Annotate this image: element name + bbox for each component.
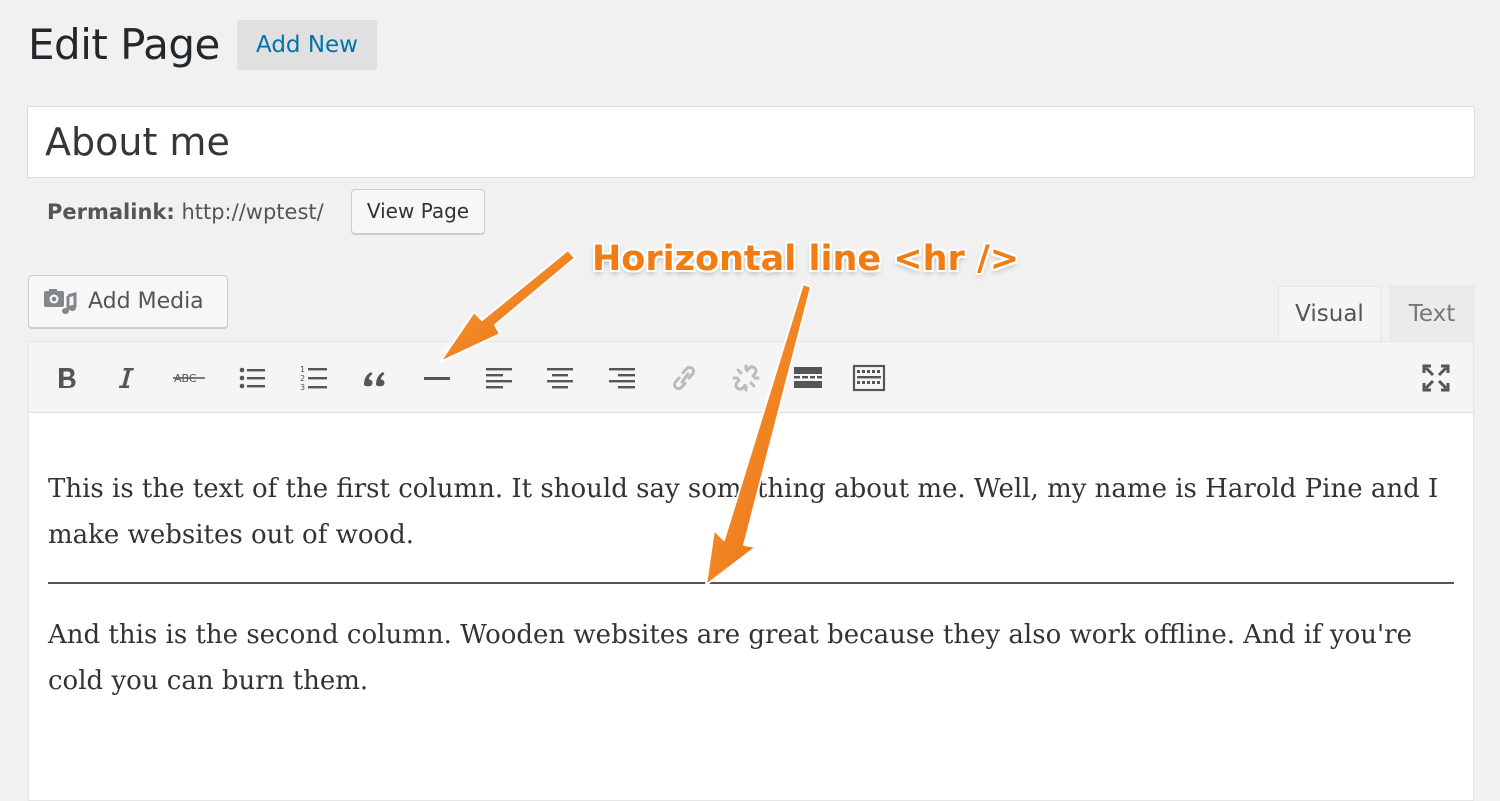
permalink-url[interactable]: http://wptest/ [181, 200, 323, 224]
read-more-icon[interactable] [788, 358, 828, 398]
blockquote-icon[interactable] [355, 358, 395, 398]
unlink-icon[interactable] [726, 358, 766, 398]
editor-content[interactable]: This is the text of the first column. It… [48, 466, 1454, 704]
permalink-label: Permalink: [47, 200, 175, 224]
permalink: Permalink: http://wptest/ [47, 196, 324, 228]
tab-visual[interactable]: Visual [1278, 286, 1381, 342]
align-right-icon[interactable] [602, 358, 642, 398]
page-title: Edit Page [28, 20, 220, 69]
add-media-label: Add Media [88, 289, 204, 314]
editor[interactable]: ABC 123 This is the text of the first co… [28, 341, 1474, 801]
horizontal-line-icon[interactable] [417, 358, 457, 398]
toolbar-toggle-icon[interactable] [849, 358, 889, 398]
content-paragraph: This is the text of the first column. It… [48, 474, 1439, 550]
svg-text:1: 1 [300, 365, 305, 374]
horizontal-rule [48, 582, 1454, 584]
view-page-button[interactable]: View Page [351, 189, 485, 234]
fullscreen-icon[interactable] [1416, 358, 1456, 398]
add-media-icon [43, 288, 77, 316]
add-new-button[interactable]: Add New [237, 20, 377, 70]
post-title-input[interactable] [27, 106, 1475, 178]
strikethrough-icon[interactable]: ABC [169, 358, 209, 398]
link-icon[interactable] [664, 358, 704, 398]
svg-text:3: 3 [300, 383, 305, 392]
numbered-list-icon[interactable]: 123 [293, 358, 333, 398]
svg-text:2: 2 [300, 374, 305, 383]
bold-icon[interactable] [46, 358, 86, 398]
add-media-button[interactable]: Add Media [28, 275, 228, 328]
tab-text[interactable]: Text [1390, 286, 1474, 342]
content-paragraph: And this is the second column. Wooden we… [48, 620, 1412, 696]
annotation-label: Horizontal line <hr /> [592, 239, 1020, 279]
align-center-icon[interactable] [540, 358, 580, 398]
bullet-list-icon[interactable] [231, 358, 271, 398]
align-left-icon[interactable] [479, 358, 519, 398]
editor-toolbar: ABC 123 [29, 342, 1473, 413]
italic-icon[interactable] [107, 358, 147, 398]
